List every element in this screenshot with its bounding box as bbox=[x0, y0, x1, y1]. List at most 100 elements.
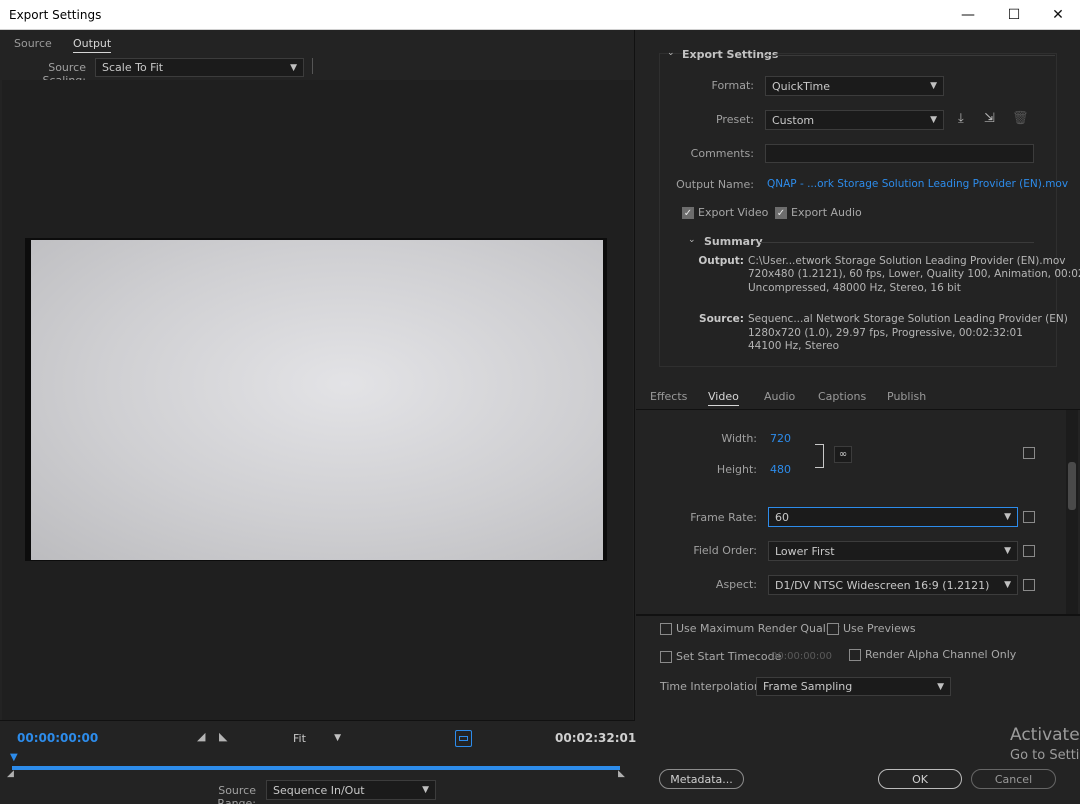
tab-source[interactable]: Source bbox=[14, 37, 52, 50]
time-interpolation-value: Frame Sampling bbox=[763, 680, 853, 693]
timecode-duration: 00:02:32:01 bbox=[555, 731, 637, 745]
activation-watermark-subtitle: Go to Setti bbox=[1010, 748, 1080, 763]
link-icon[interactable]: ∞ bbox=[834, 446, 852, 463]
chevron-down-icon: ▼ bbox=[1004, 580, 1011, 590]
summary-header[interactable]: Summary bbox=[704, 235, 763, 248]
height-label: Height: bbox=[716, 463, 757, 476]
frame-rate-value: 60 bbox=[775, 510, 789, 524]
max-render-quality-label[interactable]: Use Maximum Render Quality bbox=[676, 622, 840, 635]
tab-video[interactable]: Video bbox=[708, 390, 739, 406]
chevron-down-icon: ▼ bbox=[1004, 512, 1011, 522]
out-point-marker-icon[interactable]: ◣ bbox=[618, 769, 625, 779]
frame-rate-dropdown[interactable]: 60 ▼ bbox=[768, 507, 1018, 527]
frame-rate-checkbox[interactable] bbox=[1023, 511, 1035, 523]
height-value[interactable]: 480 bbox=[770, 463, 791, 476]
header-divider bbox=[765, 55, 1055, 56]
comments-label: Comments: bbox=[690, 147, 754, 160]
source-range-dropdown[interactable]: Sequence In/Out ▼ bbox=[266, 780, 436, 800]
summary-output-line-3: Uncompressed, 48000 Hz, Stereo, 16 bit bbox=[748, 282, 961, 294]
render-alpha-label[interactable]: Render Alpha Channel Only bbox=[865, 648, 1016, 661]
time-interpolation-dropdown[interactable]: Frame Sampling ▼ bbox=[756, 677, 951, 696]
export-audio-label[interactable]: Export Audio bbox=[791, 206, 862, 219]
zoom-value: Fit bbox=[293, 731, 306, 745]
source-range-label: Source Range: bbox=[217, 784, 256, 804]
source-range-value: Sequence In/Out bbox=[273, 783, 365, 797]
export-settings-header[interactable]: Export Settings bbox=[682, 48, 778, 61]
tab-effects[interactable]: Effects bbox=[650, 390, 687, 403]
source-scaling-dropdown[interactable]: Scale To Fit ▼ bbox=[95, 58, 304, 77]
format-label: Format: bbox=[711, 79, 754, 92]
field-order-value: Lower First bbox=[775, 544, 835, 558]
width-value[interactable]: 720 bbox=[770, 432, 791, 445]
chevron-down-icon: ▼ bbox=[1004, 546, 1011, 556]
set-start-timecode-label[interactable]: Set Start Timecode bbox=[676, 650, 781, 663]
aspect-dropdown[interactable]: D1/DV NTSC Widescreen 16:9 (1.2121) ▼ bbox=[768, 575, 1018, 595]
use-previews-checkbox[interactable] bbox=[827, 623, 839, 635]
aspect-correction-icon[interactable] bbox=[455, 730, 472, 747]
use-previews-label[interactable]: Use Previews bbox=[843, 622, 916, 635]
dimension-override-checkbox[interactable] bbox=[1023, 447, 1035, 459]
tab-captions[interactable]: Captions bbox=[818, 390, 866, 403]
title-bar: Export Settings — ☐ ✕ bbox=[0, 0, 1080, 30]
scrollbar-track[interactable] bbox=[1066, 410, 1078, 614]
aspect-checkbox[interactable] bbox=[1023, 579, 1035, 591]
playhead-icon[interactable]: ▼ bbox=[10, 752, 18, 763]
chevron-down-icon: ▼ bbox=[930, 81, 937, 91]
export-audio-checkbox[interactable]: ✓ bbox=[775, 207, 787, 219]
tab-output[interactable]: Output bbox=[73, 37, 112, 53]
format-dropdown[interactable]: QuickTime ▼ bbox=[765, 76, 944, 96]
import-preset-icon[interactable]: ⇲ bbox=[984, 111, 995, 126]
format-value: QuickTime bbox=[772, 79, 831, 93]
output-name-link[interactable]: QNAP - ...ork Storage Solution Leading P… bbox=[767, 178, 1068, 190]
aspect-label: Aspect: bbox=[715, 578, 757, 591]
ok-button[interactable]: OK bbox=[878, 769, 962, 789]
set-in-point-icon[interactable]: ◢ bbox=[197, 730, 205, 743]
maximize-button[interactable]: ☐ bbox=[991, 0, 1037, 30]
chevron-down-icon[interactable]: ⌄ bbox=[667, 48, 675, 58]
toolbar-divider bbox=[312, 58, 313, 74]
chevron-down-icon[interactable]: ⌄ bbox=[688, 235, 696, 245]
maximize-icon: ☐ bbox=[1007, 7, 1021, 23]
preview-image bbox=[31, 240, 603, 560]
zoom-dropdown[interactable]: Fit ▼ bbox=[286, 729, 348, 747]
window-title: Export Settings bbox=[9, 8, 102, 22]
save-preset-icon[interactable]: ⤓ bbox=[958, 111, 964, 126]
preset-dropdown[interactable]: Custom ▼ bbox=[765, 110, 944, 130]
cancel-button[interactable]: Cancel bbox=[971, 769, 1056, 789]
minimize-button[interactable]: — bbox=[945, 0, 991, 30]
close-button[interactable]: ✕ bbox=[1035, 0, 1080, 30]
chevron-down-icon: ▼ bbox=[930, 115, 937, 125]
source-scaling-value: Scale To Fit bbox=[102, 61, 164, 74]
start-timecode-value: 00:00:00:00 bbox=[771, 651, 833, 662]
render-alpha-checkbox[interactable] bbox=[849, 649, 861, 661]
minimize-icon: — bbox=[961, 7, 975, 23]
in-point-marker-icon[interactable]: ◢ bbox=[7, 769, 14, 779]
max-render-quality-checkbox[interactable] bbox=[660, 623, 672, 635]
tab-publish[interactable]: Publish bbox=[887, 390, 926, 403]
summary-output-label: Output: bbox=[698, 255, 744, 267]
summary-source-label: Source: bbox=[699, 313, 744, 325]
activation-watermark-title: Activate bbox=[1010, 725, 1080, 745]
chevron-down-icon: ▼ bbox=[334, 733, 341, 743]
summary-source-line-1: Sequenc...al Network Storage Solution Le… bbox=[748, 313, 1068, 325]
metadata-button[interactable]: Metadata... bbox=[659, 769, 744, 789]
frame-rate-label: Frame Rate: bbox=[690, 511, 757, 524]
timeline-bar[interactable] bbox=[12, 766, 620, 770]
comments-input[interactable] bbox=[765, 144, 1034, 163]
field-order-dropdown[interactable]: Lower First ▼ bbox=[768, 541, 1018, 561]
tab-audio[interactable]: Audio bbox=[764, 390, 795, 403]
scrollbar-thumb[interactable] bbox=[1068, 462, 1076, 510]
export-video-checkbox[interactable]: ✓ bbox=[682, 207, 694, 219]
set-out-point-icon[interactable]: ◣ bbox=[219, 730, 227, 743]
summary-divider bbox=[760, 242, 1034, 243]
delete-preset-icon[interactable]: 🗑 bbox=[1012, 111, 1029, 126]
set-start-timecode-checkbox[interactable] bbox=[660, 651, 672, 663]
field-order-checkbox[interactable] bbox=[1023, 545, 1035, 557]
chevron-down-icon: ▼ bbox=[290, 62, 297, 73]
dimension-bracket bbox=[815, 444, 824, 468]
output-name-label: Output Name: bbox=[676, 178, 754, 191]
summary-output-line-2: 720x480 (1.2121), 60 fps, Lower, Quality… bbox=[748, 268, 1080, 280]
export-video-label[interactable]: Export Video bbox=[698, 206, 768, 219]
timecode-current[interactable]: 00:00:00:00 bbox=[17, 731, 98, 745]
width-label: Width: bbox=[721, 432, 757, 445]
